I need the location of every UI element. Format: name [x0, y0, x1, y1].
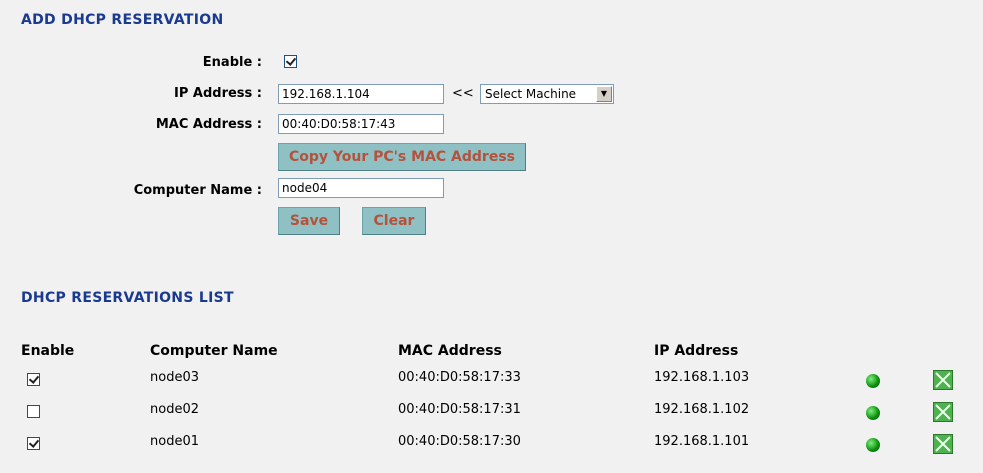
status-green-dot-icon [866, 438, 880, 452]
row-enable-checkbox[interactable] [27, 373, 40, 386]
row-mac-address: 00:40:D0:58:17:33 [398, 370, 521, 385]
row-ip-address: 192.168.1.103 [654, 370, 750, 385]
ip-address-label: IP Address : [174, 86, 262, 101]
save-button[interactable]: Save [278, 207, 340, 235]
computer-name-label: Computer Name : [133, 183, 262, 198]
row-mac-address: 00:40:D0:58:17:30 [398, 434, 521, 449]
row-computer-name: node01 [150, 434, 199, 449]
row-computer-name: node02 [150, 402, 199, 417]
row-ip-address: 192.168.1.102 [654, 402, 750, 417]
reservations-list-title: DHCP RESERVATIONS LIST [21, 290, 234, 306]
header-enable: Enable [21, 343, 75, 359]
status-green-dot-icon [866, 374, 880, 388]
delete-x-icon[interactable] [933, 402, 953, 422]
add-reservation-title: ADD DHCP RESERVATION [21, 12, 224, 28]
enable-checkbox[interactable] [284, 55, 297, 68]
row-enable-checkbox[interactable] [27, 437, 40, 450]
header-mac-address: MAC Address [398, 343, 502, 359]
copy-mac-button[interactable]: Copy Your PC's MAC Address [278, 143, 526, 171]
row-ip-address: 192.168.1.101 [654, 434, 750, 449]
chevron-down-icon[interactable]: ▼ [596, 86, 612, 102]
select-machine-value: Select Machine [485, 87, 577, 101]
clear-button[interactable]: Clear [362, 207, 426, 235]
header-ip-address: IP Address [654, 343, 739, 359]
ip-address-input[interactable]: 192.168.1.104 [278, 84, 444, 104]
row-computer-name: node03 [150, 370, 199, 385]
row-enable-checkbox[interactable] [27, 405, 40, 418]
delete-x-icon[interactable] [933, 370, 953, 390]
mac-address-input[interactable]: 00:40:D0:58:17:43 [278, 114, 444, 134]
header-computer-name: Computer Name [150, 343, 278, 359]
status-green-dot-icon [866, 406, 880, 420]
computer-name-input[interactable]: node04 [278, 178, 444, 198]
mac-address-label: MAC Address : [155, 117, 262, 132]
select-machine-dropdown[interactable]: Select Machine ▼ [480, 84, 614, 104]
enable-label: Enable : [202, 55, 262, 70]
row-mac-address: 00:40:D0:58:17:31 [398, 402, 521, 417]
dhcp-panel: ADD DHCP RESERVATION Enable : IP Address… [0, 0, 983, 473]
copy-arrows: << [452, 86, 474, 101]
delete-x-icon[interactable] [933, 434, 953, 454]
